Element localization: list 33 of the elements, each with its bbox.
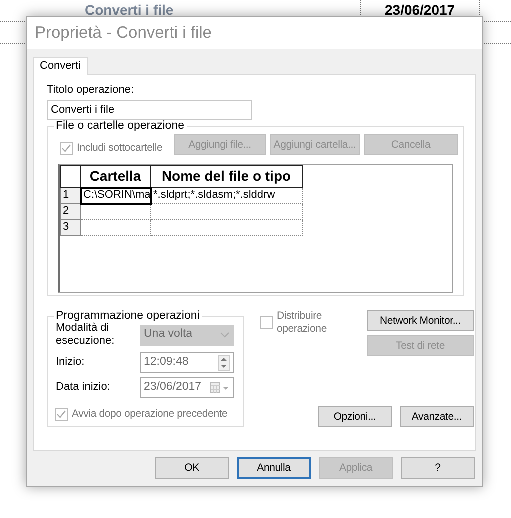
table-cell[interactable]: C:\SORIN\ma bbox=[80, 188, 150, 204]
row-header: 3 bbox=[60, 220, 80, 236]
group-label: File o cartelle operazione bbox=[55, 120, 186, 132]
checkbox-label: Includi sottocartelle bbox=[77, 141, 163, 156]
table-cell[interactable] bbox=[150, 220, 302, 236]
button[interactable]: Avanzate... bbox=[400, 406, 474, 427]
column-header: Nome del file o tipo bbox=[150, 165, 302, 188]
checkbox-label: Avvia dopo operazione precedente bbox=[72, 407, 228, 422]
button[interactable]: OK bbox=[155, 457, 229, 479]
spinner-icon bbox=[218, 354, 230, 370]
table-cell[interactable] bbox=[80, 220, 150, 236]
table-cell[interactable]: *.sldprt;*.sldasm;*.slddrw bbox=[150, 188, 302, 204]
button[interactable]: ? bbox=[401, 457, 475, 479]
button[interactable]: Opzioni... bbox=[318, 406, 392, 427]
calendar-icon bbox=[210, 382, 230, 394]
field-label: Data inizio: bbox=[56, 381, 112, 394]
checkbox-label: Distribuire operazione bbox=[277, 310, 328, 336]
table-cell[interactable] bbox=[80, 204, 150, 220]
field-label: Titolo operazione: bbox=[47, 83, 136, 97]
task-name: Converti i file bbox=[84, 1, 175, 20]
group-label: Programmazione operazioni bbox=[55, 310, 201, 322]
field-label: Modalità di esecuzione: bbox=[56, 322, 116, 348]
button[interactable]: Annulla bbox=[237, 457, 311, 479]
title-input-field[interactable]: Converti i file bbox=[47, 100, 252, 120]
table-cell[interactable] bbox=[150, 204, 302, 220]
button[interactable]: Network Monitor... bbox=[367, 310, 474, 331]
chevron-down-icon bbox=[220, 332, 230, 338]
window-title: Proprietà - Converti i file bbox=[35, 22, 212, 44]
row-header: 2 bbox=[60, 204, 80, 220]
tab[interactable]: Converti bbox=[33, 57, 88, 75]
column-header: Cartella bbox=[80, 165, 150, 188]
row-header: 1 bbox=[60, 188, 80, 204]
field-label: Inizio: bbox=[56, 356, 86, 369]
